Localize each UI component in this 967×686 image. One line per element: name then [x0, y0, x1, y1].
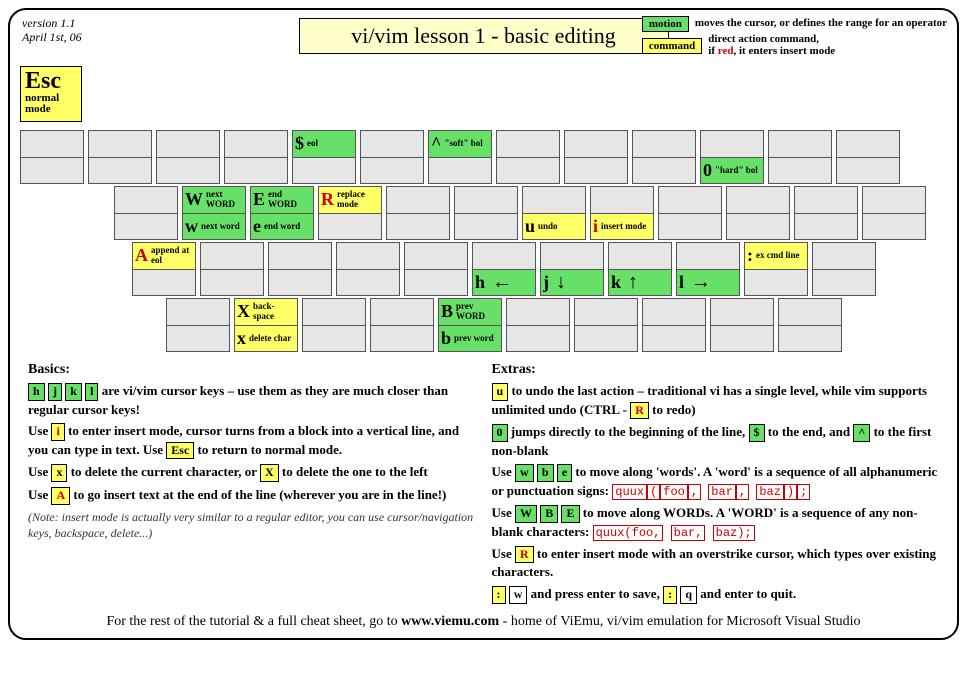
key-blank — [642, 298, 706, 352]
key-blank — [370, 298, 434, 352]
key-zero: 0"hard" bol — [700, 130, 764, 184]
key-blank — [224, 130, 288, 184]
key-u: uundo — [522, 186, 586, 240]
key-i: iinsert mode — [590, 186, 654, 240]
arrow-down-icon: ↓ — [556, 272, 566, 293]
key-blank — [506, 298, 570, 352]
row-numbers: $eol ^"soft" bol 0"hard" bol — [20, 130, 947, 184]
extras-p5: Use R to enter insert mode with an overs… — [492, 545, 940, 581]
key-w: Wnext WORD wnext word — [182, 186, 246, 240]
legend-motion-box: motion — [642, 16, 689, 32]
key-blank — [200, 242, 264, 296]
basics-column: Basics: h j k l are vi/vim cursor keys –… — [20, 362, 484, 608]
key-blank — [836, 130, 900, 184]
key-blank — [726, 186, 790, 240]
row-qwerty: Wnext WORD wnext word Eend WORD eend wor… — [20, 186, 947, 240]
extras-p3: Use w b e to move along 'words'. A 'word… — [492, 463, 940, 500]
key-blank — [862, 186, 926, 240]
basics-p2: Use i to enter insert mode, cursor turns… — [28, 422, 476, 459]
legend: motion moves the cursor, or defines the … — [642, 16, 947, 59]
key-blank — [496, 130, 560, 184]
extras-title: Extras: — [492, 362, 940, 378]
arrow-up-icon: ↑ — [628, 272, 638, 293]
key-blank — [574, 298, 638, 352]
extras-column: Extras: u to undo the last action – trad… — [484, 362, 948, 608]
key-blank — [302, 298, 366, 352]
date-line: April 1st, 06 — [22, 30, 82, 44]
key-blank — [632, 130, 696, 184]
extras-p2: 0 jumps directly to the beginning of the… — [492, 423, 940, 459]
code-words: quux(foo, bar, baz); — [612, 484, 810, 500]
arrow-right-icon: → — [691, 272, 711, 293]
key-colon: :ex cmd line — [744, 242, 808, 296]
key-blank — [564, 130, 628, 184]
key-x: Xback- space xdelete char — [234, 298, 298, 352]
key-dollar: $eol — [292, 130, 356, 184]
key-blank — [768, 130, 832, 184]
key-blank — [156, 130, 220, 184]
key-j: j↓ — [540, 242, 604, 296]
key-blank — [20, 130, 84, 184]
key-blank — [812, 242, 876, 296]
key-blank — [658, 186, 722, 240]
legend-motion-text: moves the cursor, or defines the range f… — [695, 18, 947, 30]
key-e: Eend WORD eend word — [250, 186, 314, 240]
key-blank — [794, 186, 858, 240]
key-r: Rreplace mode — [318, 186, 382, 240]
basics-p1: h j k l are vi/vim cursor keys – use the… — [28, 382, 476, 418]
key-blank — [710, 298, 774, 352]
legend-command-box: command — [642, 38, 702, 54]
cheat-sheet: version 1.1 April 1st, 06 vi/vim lesson … — [8, 8, 959, 640]
version-block: version 1.1 April 1st, 06 — [22, 16, 82, 45]
basics-note: (Note: insert mode is actually very simi… — [28, 509, 476, 541]
key-blank — [88, 130, 152, 184]
explanation-columns: Basics: h j k l are vi/vim cursor keys –… — [20, 362, 947, 608]
keyboard: $eol ^"soft" bol 0"hard" bol Wnext — [20, 130, 947, 352]
key-blank — [360, 130, 424, 184]
key-esc: Esc normal mode — [20, 66, 82, 122]
key-blank — [404, 242, 468, 296]
key-caret: ^"soft" bol — [428, 130, 492, 184]
key-blank — [166, 298, 230, 352]
key-blank — [268, 242, 332, 296]
version-line: version 1.1 — [22, 16, 82, 30]
key-blank — [778, 298, 842, 352]
key-b: Bprev WORD bprev word — [438, 298, 502, 352]
arrow-left-icon: ← — [492, 272, 512, 293]
extras-p1: u to undo the last action – traditional … — [492, 382, 940, 419]
footer: For the rest of the tutorial & a full ch… — [20, 614, 947, 630]
key-blank — [454, 186, 518, 240]
row-asdf: Aappend at eol h← j↓ k↑ l→ — [20, 242, 947, 296]
basics-p4: Use A to go insert text at the end of th… — [28, 486, 476, 505]
legend-command-text: direct action command, if red, it enters… — [708, 34, 835, 57]
key-l: l→ — [676, 242, 740, 296]
basics-p3: Use x to delete the current character, o… — [28, 463, 476, 482]
page-title: vi/vim lesson 1 - basic editing — [299, 18, 669, 54]
row-zxcv: Xback- space xdelete char Bprev WORD bpr… — [20, 298, 947, 352]
code-WORDS: quux(foo, bar, baz); — [593, 525, 755, 541]
key-blank — [386, 186, 450, 240]
key-k: k↑ — [608, 242, 672, 296]
extras-p6: : w and press enter to save, : q and ent… — [492, 585, 940, 604]
key-a: Aappend at eol — [132, 242, 196, 296]
basics-title: Basics: — [28, 362, 476, 378]
extras-p4: Use W B E to move along WORDs. A 'WORD' … — [492, 504, 940, 541]
key-h: h← — [472, 242, 536, 296]
key-blank — [336, 242, 400, 296]
key-blank — [114, 186, 178, 240]
